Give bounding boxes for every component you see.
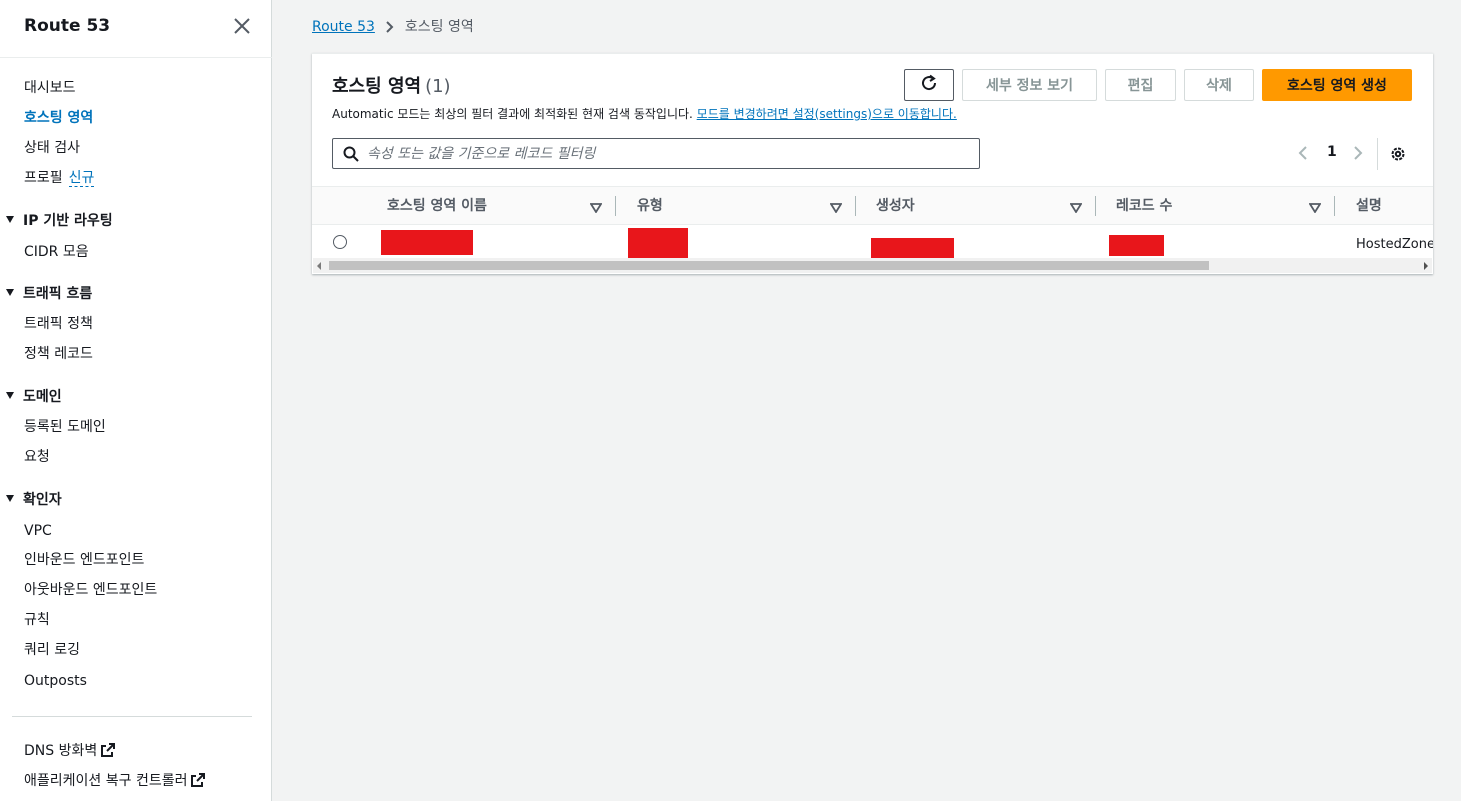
sidebar-item-outbound-endpoints[interactable]: 아웃바운드 엔드포인트 [24, 580, 157, 600]
refresh-button[interactable] [904, 69, 954, 101]
sidebar-item-vpc[interactable]: VPC [24, 521, 52, 541]
table-header: 호스팅 영역 이름 유형 생성자 레코드 수 설명 [312, 186, 1433, 225]
sidebar-item-profiles[interactable]: 프로필 신규 [24, 168, 95, 188]
section-label: 도메인 [23, 389, 62, 405]
sidebar-item-outposts[interactable]: Outposts [24, 671, 87, 691]
section-label: IP 기반 라우팅 [23, 213, 113, 229]
sidebar-section-resolver[interactable]: 확인자 [6, 490, 62, 510]
column-divider[interactable] [1334, 196, 1335, 216]
sidebar-section-traffic-flow[interactable]: 트래픽 흐름 [6, 284, 92, 304]
column-header-record-count[interactable]: 레코드 수 [1116, 187, 1172, 225]
sidebar-divider [12, 716, 252, 717]
scrollbar-thumb[interactable] [329, 261, 1209, 270]
pagination: 1 [1292, 138, 1422, 170]
caret-down-icon [6, 289, 14, 296]
refresh-icon [920, 74, 938, 96]
row-select-radio[interactable] [333, 235, 347, 249]
scroll-left-arrow-icon[interactable] [317, 262, 321, 270]
redacted-hosted-zone-name [381, 230, 473, 255]
column-header-description[interactable]: 설명 [1356, 187, 1382, 225]
sidebar-item-arc[interactable]: 애플리케이션 복구 컨트롤러 [24, 771, 206, 793]
breadcrumb-root-link[interactable]: Route 53 [312, 19, 375, 35]
redacted-type [628, 228, 688, 261]
caret-down-icon [6, 392, 14, 399]
chevron-right-icon [385, 21, 395, 37]
sidebar-item-rules[interactable]: 규칙 [24, 610, 50, 630]
row-description: HostedZone [1356, 237, 1433, 252]
sort-caret-icon[interactable] [1308, 201, 1322, 217]
sidebar-item-cidr[interactable]: CIDR 모음 [24, 242, 89, 262]
sidebar-item-label: DNS 방화벽 [24, 743, 98, 759]
sidebar-item-hosted-zones[interactable]: 호스팅 영역 [24, 108, 93, 128]
column-divider[interactable] [855, 196, 856, 216]
panel-description: Automatic 모드는 최상의 필터 결과에 최적화된 현재 검색 동작입니… [332, 105, 957, 122]
gear-icon[interactable] [1389, 145, 1407, 167]
sidebar-item-label: 프로필 [24, 170, 63, 186]
sidebar-section-ip-routing[interactable]: IP 기반 라우팅 [6, 211, 113, 231]
sidebar-item-label: 애플리케이션 복구 컨트롤러 [24, 773, 188, 789]
sidebar-divider [0, 57, 272, 58]
sidebar-item-health-checks[interactable]: 상태 검사 [24, 138, 80, 158]
sort-caret-icon[interactable] [1069, 201, 1083, 217]
sidebar-item-policy-records[interactable]: 정책 레코드 [24, 344, 93, 364]
column-divider[interactable] [615, 196, 616, 216]
settings-link[interactable]: 모드를 변경하려면 설정(settings)으로 이동합니다. [697, 107, 957, 121]
section-label: 확인자 [23, 492, 62, 508]
scroll-right-arrow-icon[interactable] [1424, 262, 1428, 270]
page-title: 호스팅 영역 (1) [332, 72, 451, 98]
column-header-name[interactable]: 호스팅 영역 이름 [387, 187, 487, 225]
close-icon[interactable] [232, 16, 252, 36]
sort-caret-icon[interactable] [829, 201, 843, 217]
search-icon [343, 146, 359, 166]
sidebar-item-inbound-endpoints[interactable]: 인바운드 엔드포인트 [24, 550, 144, 570]
edit-button[interactable]: 편집 [1105, 69, 1176, 101]
column-header-type[interactable]: 유형 [637, 187, 663, 225]
delete-button[interactable]: 삭제 [1184, 69, 1254, 101]
view-details-button[interactable]: 세부 정보 보기 [962, 69, 1097, 101]
sidebar-item-traffic-policies[interactable]: 트래픽 정책 [24, 314, 93, 334]
caret-down-icon [6, 216, 14, 223]
search-box [332, 138, 980, 169]
hosted-zones-panel: 호스팅 영역 (1) Automatic 모드는 최상의 필터 결과에 최적화된 … [312, 53, 1433, 274]
hosted-zone-count: (1) [425, 76, 451, 97]
sidebar-item-requests[interactable]: 요청 [24, 447, 50, 467]
sidebar-section-domains[interactable]: 도메인 [6, 387, 62, 407]
sort-caret-icon[interactable] [589, 201, 603, 217]
page-number[interactable]: 1 [1327, 144, 1337, 160]
horizontal-scrollbar[interactable] [313, 258, 1432, 273]
sidebar-item-query-logging[interactable]: 쿼리 로깅 [24, 640, 80, 660]
description-text: Automatic 모드는 최상의 필터 결과에 최적화된 현재 검색 동작입니… [332, 107, 697, 121]
chevron-right-icon[interactable] [1352, 145, 1364, 165]
breadcrumb: Route 53 호스팅 영역 [312, 16, 474, 36]
search-input[interactable] [367, 143, 967, 165]
panel-title-text: 호스팅 영역 [332, 76, 422, 97]
caret-down-icon [6, 495, 14, 502]
sidebar-item-dns-firewall[interactable]: DNS 방화벽 [24, 741, 116, 763]
sidebar-header: Route 53 [24, 16, 252, 38]
sidebar-item-dashboard[interactable]: 대시보드 [24, 78, 76, 98]
column-header-creator[interactable]: 생성자 [876, 187, 915, 225]
chevron-left-icon[interactable] [1297, 145, 1309, 165]
new-badge: 신규 [68, 170, 95, 187]
external-link-icon [191, 773, 206, 793]
table-row[interactable]: HostedZone [312, 225, 1433, 261]
breadcrumb-current: 호스팅 영역 [404, 19, 474, 35]
pagination-divider [1377, 138, 1378, 170]
external-link-icon [101, 743, 116, 763]
create-hosted-zone-button[interactable]: 호스팅 영역 생성 [1262, 69, 1412, 101]
redacted-creator [871, 238, 954, 259]
sidebar-item-registered-domains[interactable]: 등록된 도메인 [24, 417, 106, 437]
redacted-record-count [1109, 235, 1164, 256]
sidebar-title[interactable]: Route 53 [24, 16, 110, 36]
column-divider[interactable] [1095, 196, 1096, 216]
section-label: 트래픽 흐름 [23, 286, 93, 302]
sidebar: Route 53 대시보드 호스팅 영역 상태 검사 프로필 신규 IP 기반 라… [0, 0, 272, 801]
